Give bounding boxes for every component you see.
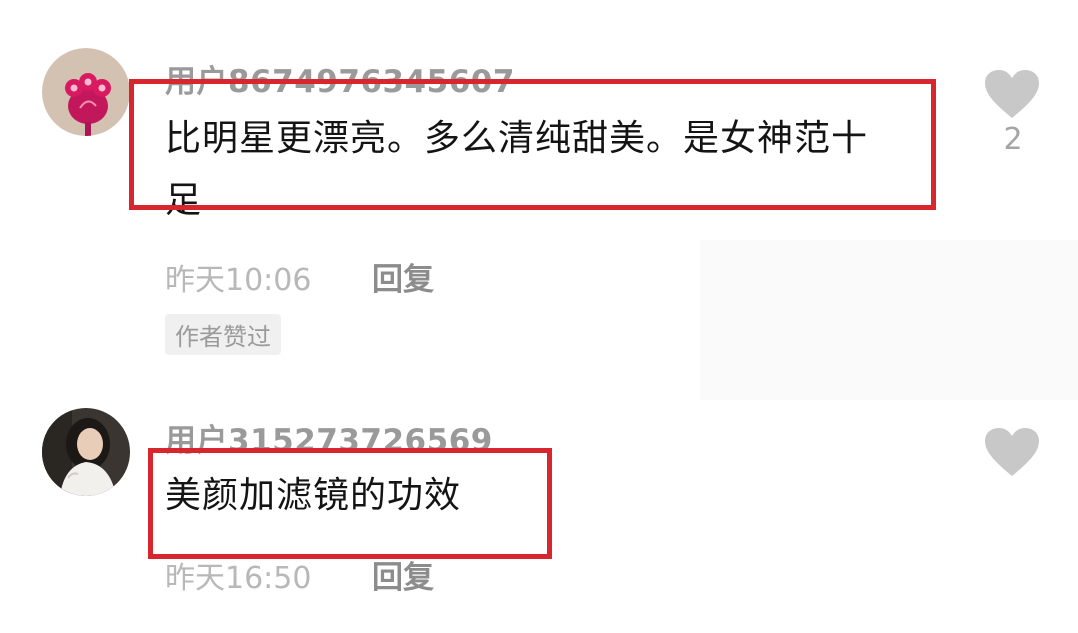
like-button[interactable] bbox=[985, 70, 1039, 120]
like-count: 2 bbox=[1003, 122, 1023, 157]
portrait-avatar-icon bbox=[42, 408, 130, 496]
comment-text-line: 足 bbox=[165, 180, 203, 221]
username[interactable]: 用户8674976345607 bbox=[165, 56, 515, 101]
reply-button[interactable]: 回复 bbox=[372, 552, 434, 597]
flower-avatar-icon bbox=[42, 48, 130, 136]
comment-time: 昨天10:06 bbox=[165, 263, 312, 298]
user-avatar[interactable] bbox=[42, 408, 130, 496]
comment-text-line: 比明星更漂亮。多么清纯甜美。是女神范十 bbox=[165, 118, 869, 159]
comment-text: 美颜加滤镜的功效 bbox=[165, 475, 462, 516]
heart-icon bbox=[985, 428, 1039, 476]
heart-icon bbox=[985, 70, 1039, 118]
author-liked-badge: 作者赞过 bbox=[165, 314, 281, 355]
comment-time: 昨天16:50 bbox=[165, 561, 312, 596]
comment-text: 比明星更漂亮。多么清纯甜美。是女神范十 足 bbox=[165, 108, 945, 232]
like-button[interactable] bbox=[985, 428, 1039, 478]
comment-section: 用户8674976345607 比明星更漂亮。多么清纯甜美。是女神范十 足 昨天… bbox=[0, 0, 1078, 633]
username[interactable]: 用户315273726569 bbox=[165, 415, 493, 460]
user-avatar[interactable] bbox=[42, 48, 130, 136]
reply-button[interactable]: 回复 bbox=[372, 254, 434, 299]
background-patch bbox=[700, 240, 1078, 400]
